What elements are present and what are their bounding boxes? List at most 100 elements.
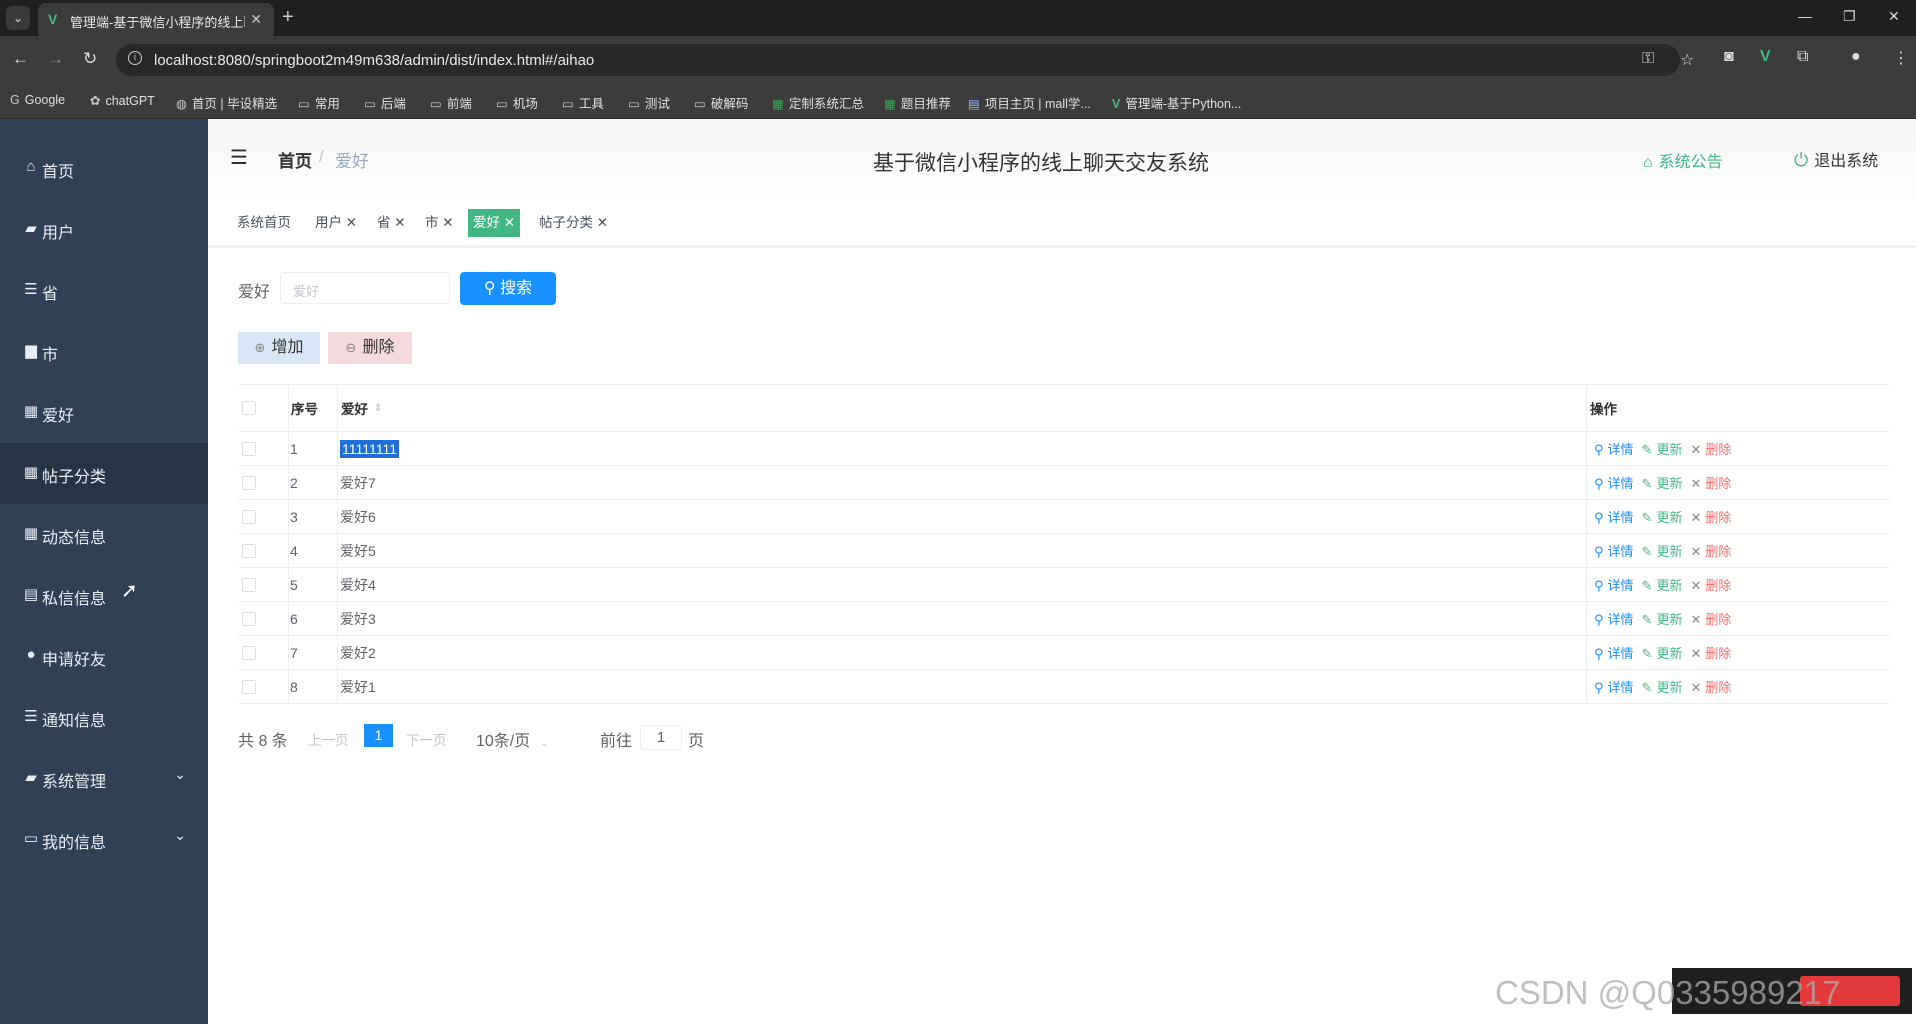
sidebar-item-user[interactable]: ▰ 用户 (0, 199, 208, 260)
header-hobby[interactable]: 爱好 ⇕ (341, 385, 382, 431)
page-number-current[interactable]: 1 (364, 724, 393, 747)
tag-post-category[interactable]: 帖子分类 ✕ (534, 209, 613, 237)
delete-button[interactable]: ✕ 删除 (1690, 575, 1731, 594)
minimize-icon[interactable]: — (1798, 8, 1812, 24)
extensions-puzzle-icon[interactable]: ⧉ (1797, 48, 1808, 66)
bookmark-item[interactable]: ▤ 项目主页 | mall学... (968, 93, 1091, 112)
bookmark-folder[interactable]: ▭ 工具 (562, 93, 604, 112)
profile-avatar-icon[interactable]: ● (1851, 48, 1861, 66)
bookmark-folder[interactable]: ▭ 机场 (496, 93, 538, 112)
sidebar-item-post-category[interactable]: ▦ 帖子分类 (0, 443, 208, 504)
breadcrumb-home[interactable]: 首页 (278, 147, 312, 172)
add-button[interactable]: ⊕ 增加 (238, 332, 320, 364)
update-button[interactable]: ✎ 更新 (1642, 575, 1683, 594)
forward-icon[interactable]: → (47, 49, 64, 69)
bookmark-folder[interactable]: ▭ 测试 (628, 93, 670, 112)
select-all-checkbox[interactable] (242, 401, 256, 415)
update-button[interactable]: ✎ 更新 (1642, 473, 1683, 492)
tag-home[interactable]: 系统首页 (232, 209, 296, 237)
row-checkbox[interactable] (242, 475, 256, 490)
close-icon[interactable]: ✕ (391, 215, 405, 230)
update-button[interactable]: ✎ 更新 (1642, 643, 1683, 662)
detail-button[interactable]: ⚲ 详情 (1594, 609, 1634, 628)
detail-button[interactable]: ⚲ 详情 (1594, 541, 1634, 560)
bookmark-item[interactable]: G Google (10, 93, 65, 107)
site-info-icon[interactable]: i (128, 51, 142, 65)
bookmark-item[interactable]: ▦ 定制系统汇总 (772, 93, 864, 112)
bookmark-item[interactable]: ✿ chatGPT (90, 93, 155, 108)
close-window-icon[interactable]: ✕ (1888, 8, 1900, 25)
delete-button[interactable]: ✕ 删除 (1690, 541, 1731, 560)
sidebar-item-friend-request[interactable]: ● 申请好友 (0, 626, 208, 687)
update-button[interactable]: ✎ 更新 (1642, 541, 1683, 560)
sidebar-item-city[interactable]: ▆ 市 (0, 321, 208, 382)
update-button[interactable]: ✎ 更新 (1642, 507, 1683, 526)
update-button[interactable]: ✎ 更新 (1642, 677, 1683, 696)
bookmark-item[interactable]: ◍ 首页 | 毕设精选 (176, 93, 277, 112)
tag-city[interactable]: 市 ✕ (420, 209, 459, 237)
delete-button[interactable]: ✕ 删除 (1690, 507, 1731, 526)
row-checkbox[interactable] (242, 611, 256, 626)
close-icon[interactable]: ✕ (593, 215, 608, 230)
system-notice-button[interactable]: ⌂ 系统公告 (1643, 148, 1723, 172)
next-page-button[interactable]: 下一页 (406, 729, 447, 749)
row-checkbox[interactable] (242, 441, 256, 456)
goto-page-input[interactable]: 1 (640, 725, 682, 750)
sidebar-item-system-management[interactable]: ▰ 系统管理 ⌄ (0, 748, 208, 809)
incognito-extension-icon[interactable]: ◙ (1724, 48, 1734, 66)
tag-user[interactable]: 用户 ✕ (310, 209, 362, 237)
detail-button[interactable]: ⚲ 详情 (1594, 575, 1634, 594)
prev-page-button[interactable]: 上一页 (308, 729, 349, 749)
sidebar-item-private-message[interactable]: ▤ 私信信息 (0, 565, 208, 626)
url-text[interactable]: localhost:8080/springboot2m49m638/admin/… (154, 52, 594, 69)
bookmark-item[interactable]: V 管理端-基于Python... (1112, 93, 1241, 112)
tag-province[interactable]: 省 ✕ (372, 209, 411, 237)
password-key-icon[interactable]: ⚿ (1642, 50, 1654, 68)
row-checkbox[interactable] (242, 645, 256, 660)
detail-button[interactable]: ⚲ 详情 (1594, 507, 1634, 526)
row-checkbox[interactable] (242, 543, 256, 558)
tag-hobby[interactable]: 爱好 ✕ (468, 209, 521, 237)
update-button[interactable]: ✎ 更新 (1642, 439, 1683, 458)
restore-icon[interactable]: ❐ (1843, 8, 1856, 25)
sidebar-item-my-info[interactable]: ▭ 我的信息 ⌄ (0, 809, 208, 870)
sidebar-item-dynamic-info[interactable]: ▦ 动态信息 (0, 504, 208, 565)
back-icon[interactable]: ← (12, 49, 29, 69)
row-checkbox[interactable] (242, 679, 256, 694)
bookmark-folder[interactable]: ▭ 后端 (364, 93, 406, 112)
search-button[interactable]: ⚲ 搜索 (460, 272, 556, 305)
batch-delete-button[interactable]: ⊖ 删除 (328, 332, 412, 364)
detail-button[interactable]: ⚲ 详情 (1594, 643, 1634, 662)
logout-button[interactable]: ⏻ 退出系统 (1794, 147, 1878, 171)
bookmark-folder[interactable]: ▭ 常用 (298, 93, 340, 112)
detail-button[interactable]: ⚲ 详情 (1594, 439, 1634, 458)
delete-button[interactable]: ✕ 删除 (1690, 439, 1731, 458)
detail-button[interactable]: ⚲ 详情 (1594, 473, 1634, 492)
sidebar-item-notification[interactable]: ☰ 通知信息 (0, 687, 208, 748)
detail-button[interactable]: ⚲ 详情 (1594, 677, 1634, 696)
collapse-menu-icon[interactable]: ☰ (230, 145, 248, 170)
tab-search-chevron-icon[interactable]: ⌄ (6, 6, 30, 30)
bookmark-folder[interactable]: ▭ 前端 (430, 93, 472, 112)
close-icon[interactable]: ✕ (439, 215, 453, 230)
bookmark-item[interactable]: ▦ 题目推荐 (884, 93, 951, 112)
bookmark-star-icon[interactable]: ☆ (1680, 50, 1694, 70)
delete-button[interactable]: ✕ 删除 (1690, 677, 1731, 696)
browser-menu-icon[interactable]: ⋮ (1893, 48, 1909, 68)
close-icon[interactable]: ✕ (342, 215, 357, 230)
vue-devtools-icon[interactable]: V (1760, 48, 1771, 66)
sort-caret-icon[interactable]: ⇕ (374, 403, 382, 414)
sidebar-item-province[interactable]: ☰ 省 (0, 260, 208, 321)
reload-icon[interactable]: ↻ (83, 49, 97, 69)
delete-button[interactable]: ✕ 删除 (1690, 473, 1731, 492)
sidebar-item-hobby[interactable]: ▦ 爱好 (0, 382, 208, 443)
browser-tab[interactable]: V 管理端-基于微信小程序的线上聊天交友系统 ✕ (38, 3, 274, 36)
new-tab-icon[interactable]: + (282, 7, 294, 27)
row-checkbox[interactable] (242, 577, 256, 592)
delete-button[interactable]: ✕ 删除 (1690, 643, 1731, 662)
search-input[interactable]: 爱好 (280, 272, 450, 304)
update-button[interactable]: ✎ 更新 (1642, 609, 1683, 628)
sidebar-item-home[interactable]: ⌂ 首页 (0, 138, 208, 199)
close-tab-icon[interactable]: ✕ (250, 11, 262, 28)
page-size-select[interactable]: 10条/页 ⌄ (476, 727, 549, 751)
